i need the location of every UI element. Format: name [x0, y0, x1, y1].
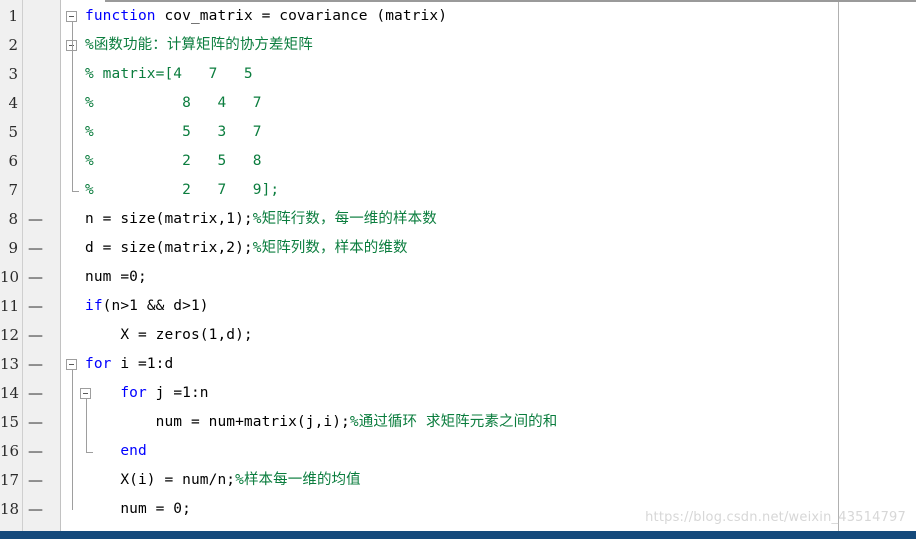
code-line[interactable]: 12 — X = zeros(1,d); [0, 321, 916, 350]
code-line[interactable]: 16 — end [0, 437, 916, 466]
line-number: 2 [8, 36, 18, 54]
code-text[interactable]: % matrix=[4 7 5 [85, 60, 253, 89]
executable-line-marker[interactable]: — [28, 495, 43, 524]
code-text[interactable]: % 2 7 9]; [85, 176, 279, 205]
code-text[interactable]: for j =1:n [85, 379, 209, 408]
line-number: 13 [0, 355, 20, 373]
line-number: 3 [8, 65, 18, 83]
code-line[interactable]: 11 — if(n>1 && d>1) [0, 292, 916, 321]
code-line[interactable]: 10 — num =0; [0, 263, 916, 292]
code-text[interactable]: num = 0; [85, 495, 191, 524]
code-text[interactable]: X(i) = num/n;%样本每一维的均值 [85, 466, 361, 495]
code-text[interactable]: end [85, 437, 147, 466]
executable-line-marker[interactable]: — [28, 408, 43, 437]
watermark-url: https://blog.csdn.net/weixin_43514797 [645, 510, 906, 525]
line-number: 6 [8, 152, 18, 170]
line-number: 15 [0, 413, 20, 431]
executable-line-marker[interactable]: — [28, 350, 43, 379]
executable-line-marker[interactable]: — [28, 466, 43, 495]
line-number: 7 [8, 181, 18, 199]
code-text[interactable]: function cov_matrix = covariance (matrix… [85, 2, 447, 31]
code-line[interactable]: 14 — for j =1:n [0, 379, 916, 408]
code-text[interactable]: X = zeros(1,d); [85, 321, 253, 350]
line-number: 12 [0, 326, 20, 344]
executable-line-marker[interactable]: — [28, 234, 43, 263]
executable-line-marker[interactable]: — [28, 292, 43, 321]
code-text[interactable]: % 2 5 8 [85, 147, 262, 176]
matlab-code-editor[interactable]: 1 function cov_matrix = covariance (matri… [0, 0, 916, 539]
code-line[interactable]: 2 %函数功能：计算矩阵的协方差矩阵 [0, 31, 916, 60]
code-line[interactable]: 4 % 8 4 7 [0, 89, 916, 118]
code-line[interactable]: 8 — n = size(matrix,1);%矩阵行数，每一维的样本数 [0, 205, 916, 234]
code-text[interactable]: d = size(matrix,2);%矩阵列数，样本的维数 [85, 234, 408, 263]
line-number: 4 [8, 94, 18, 112]
line-number: 9 [8, 239, 18, 257]
code-line[interactable]: 5 % 5 3 7 [0, 118, 916, 147]
code-text[interactable]: % 8 4 7 [85, 89, 262, 118]
code-line[interactable]: 3 % matrix=[4 7 5 [0, 60, 916, 89]
executable-line-marker[interactable]: — [28, 205, 43, 234]
code-line[interactable]: 6 % 2 5 8 [0, 147, 916, 176]
line-number: 5 [8, 123, 18, 141]
code-line[interactable]: 9 — d = size(matrix,2);%矩阵列数，样本的维数 [0, 234, 916, 263]
executable-line-marker[interactable]: — [28, 379, 43, 408]
line-number: 8 [8, 210, 18, 228]
code-text[interactable]: if(n>1 && d>1) [85, 292, 209, 321]
line-number: 14 [0, 384, 20, 402]
executable-line-marker[interactable]: — [28, 437, 43, 466]
code-text[interactable]: % 5 3 7 [85, 118, 262, 147]
code-line[interactable]: 7 % 2 7 9]; [0, 176, 916, 205]
executable-line-marker[interactable]: — [28, 321, 43, 350]
executable-line-marker[interactable]: — [28, 263, 43, 292]
line-number: 18 [0, 500, 20, 518]
code-line[interactable]: 15 — num = num+matrix(j,i);%通过循环 求矩阵元素之间的… [0, 408, 916, 437]
line-number: 17 [0, 471, 20, 489]
code-line[interactable]: 13 — for i =1:d [0, 350, 916, 379]
line-number: 10 [0, 268, 20, 286]
code-line[interactable]: 1 function cov_matrix = covariance (matri… [0, 2, 916, 31]
line-number: 16 [0, 442, 20, 460]
code-text[interactable]: for i =1:d [85, 350, 173, 379]
code-text[interactable]: n = size(matrix,1);%矩阵行数，每一维的样本数 [85, 205, 437, 234]
line-number: 11 [0, 297, 20, 315]
line-number: 1 [8, 7, 18, 25]
status-bar [0, 531, 916, 539]
code-text[interactable]: num =0; [85, 263, 147, 292]
code-text[interactable]: num = num+matrix(j,i);%通过循环 求矩阵元素之间的和 [85, 408, 558, 437]
code-line[interactable]: 17 — X(i) = num/n;%样本每一维的均值 [0, 466, 916, 495]
code-text[interactable]: %函数功能：计算矩阵的协方差矩阵 [85, 31, 313, 60]
